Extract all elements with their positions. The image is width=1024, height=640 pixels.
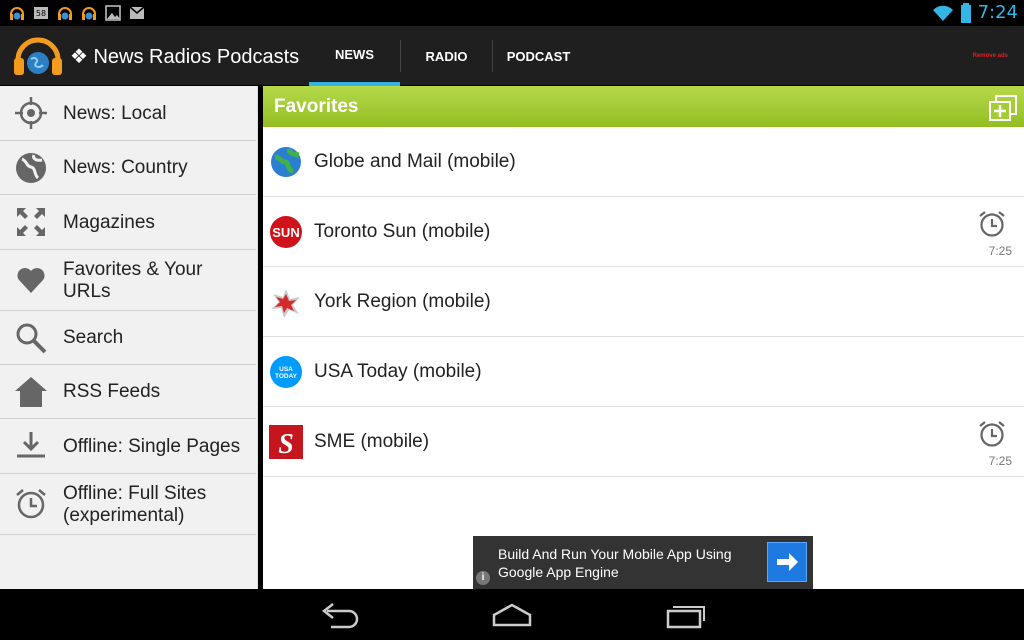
sidebar-item-label: News: Local <box>63 103 167 124</box>
heart-icon <box>17 268 45 293</box>
image-icon <box>105 5 121 21</box>
alarm-time: 7:25 <box>988 244 1012 258</box>
status-bar: 58 7:24 <box>0 0 1024 26</box>
usa-today-logo-icon: USATODAY <box>270 356 302 388</box>
svg-text:SUN: SUN <box>272 225 299 240</box>
sidebar-item-label: Offline: Full Sites (experimental) <box>63 483 207 526</box>
favorite-name: SME (mobile) <box>314 431 430 452</box>
alarm-clock-icon <box>16 489 46 519</box>
tab-radio-label: RADIO <box>425 48 468 64</box>
favorite-name: USA Today (mobile) <box>314 361 482 382</box>
favorite-name: Globe and Mail (mobile) <box>314 151 516 172</box>
favorite-name: Toronto Sun (mobile) <box>314 221 491 242</box>
svg-text:S: S <box>278 429 294 459</box>
sidebar-item-news-local[interactable]: News: Local <box>0 86 256 141</box>
headphones-globe-icon <box>10 7 24 20</box>
download-icon <box>17 432 45 458</box>
app-title: ❖ News Radios Podcasts <box>70 46 300 68</box>
ad-text: Build And Run Your Mobile App Using Goog… <box>498 546 732 580</box>
alarm-clock-icon[interactable] <box>977 419 1007 449</box>
sun-logo-icon: SUN <box>270 216 302 248</box>
headphones-globe-icon <box>82 7 96 20</box>
sidebar-item-magazines[interactable]: Magazines <box>0 195 256 250</box>
tab-news-label: NEWS <box>335 46 374 62</box>
favorites-header: Favorites <box>263 86 1024 127</box>
system-icons: 7:24 <box>932 2 1018 23</box>
favorite-row-york-region[interactable]: York Region (mobile) <box>263 267 1024 337</box>
favorite-row-sme[interactable]: S SME (mobile) 7:25 <box>263 407 1024 477</box>
tab-radio[interactable]: RADIO <box>401 26 492 86</box>
gmail-icon <box>129 6 145 19</box>
home-icon <box>15 377 47 407</box>
recent-apps-icon[interactable] <box>663 601 709 629</box>
battery-icon <box>960 2 971 23</box>
sidebar-item-search[interactable]: Search <box>0 311 256 365</box>
expand-arrows-icon <box>17 208 45 236</box>
arrow-right-icon <box>777 553 798 571</box>
alarm-clock-icon[interactable] <box>977 209 1007 239</box>
sidebar-item-news-country[interactable]: News: Country <box>0 141 256 195</box>
system-nav-bar <box>0 589 1024 640</box>
tab-podcast[interactable]: PODCAST <box>493 26 584 86</box>
favorites-title: Favorites <box>274 96 359 117</box>
home-icon[interactable] <box>489 601 535 629</box>
sidebar: News: Local News: Country Magazines Favo… <box>0 86 258 589</box>
app-logo-icon[interactable] <box>12 34 64 78</box>
svg-text:TODAY: TODAY <box>275 373 298 380</box>
tab-podcast-label: PODCAST <box>506 48 571 64</box>
location-target-icon <box>15 97 47 129</box>
add-favorite-icon[interactable] <box>988 94 1018 122</box>
favorite-row-toronto-sun[interactable]: SUN Toronto Sun (mobile) 7:25 <box>263 197 1024 267</box>
sidebar-item-rss-feeds[interactable]: RSS Feeds <box>0 365 256 419</box>
sidebar-item-label: RSS Feeds <box>63 381 161 402</box>
sd-card-icon: 58 <box>34 7 48 19</box>
sme-logo-icon: S <box>269 425 303 459</box>
svg-text:58: 58 <box>36 9 46 18</box>
sidebar-item-favorites[interactable]: Favorites & Your URLs <box>0 250 256 311</box>
svg-text:USA: USA <box>279 366 293 373</box>
sidebar-item-label: Search <box>63 327 124 348</box>
remove-ads-link[interactable]: Remove ads <box>973 53 1008 59</box>
favorite-name: York Region (mobile) <box>314 291 491 312</box>
ad-info-icon[interactable]: i <box>476 571 490 585</box>
globe-icon <box>16 153 46 183</box>
sidebar-item-label: Offline: Single Pages <box>63 436 241 457</box>
back-icon[interactable] <box>317 601 363 629</box>
clock: 7:24 <box>977 2 1018 23</box>
sidebar-item-offline-sites[interactable]: Offline: Full Sites (experimental) <box>0 474 256 535</box>
favorites-panel: Favorites Globe and Mail (mobile) SUN To… <box>263 86 1024 589</box>
york-region-logo-icon <box>271 289 300 318</box>
action-bar: ❖ News Radios Podcasts NEWS RADIO PODCAS… <box>0 26 1024 86</box>
sidebar-item-label: Favorites & Your URLs <box>63 259 203 302</box>
sidebar-item-label: News: Country <box>63 157 188 178</box>
headphones-globe-icon <box>58 7 72 20</box>
favorite-row-globe-and-mail[interactable]: Globe and Mail (mobile) <box>263 127 1024 197</box>
favorite-row-usa-today[interactable]: USA TODAY USA Today (mobile) <box>263 337 1024 407</box>
search-icon <box>16 323 47 354</box>
wifi-icon <box>932 5 953 21</box>
sidebar-item-offline-pages[interactable]: Offline: Single Pages <box>0 419 256 474</box>
notification-icons: 58 <box>8 4 146 22</box>
globe-logo-icon <box>271 147 301 177</box>
tab-news[interactable]: NEWS <box>309 26 400 86</box>
ad-go-button[interactable] <box>767 542 807 582</box>
ad-banner[interactable]: Build And Run Your Mobile App Using Goog… <box>473 536 813 589</box>
alarm-time: 7:25 <box>988 454 1012 468</box>
sidebar-item-label: Magazines <box>63 212 155 233</box>
